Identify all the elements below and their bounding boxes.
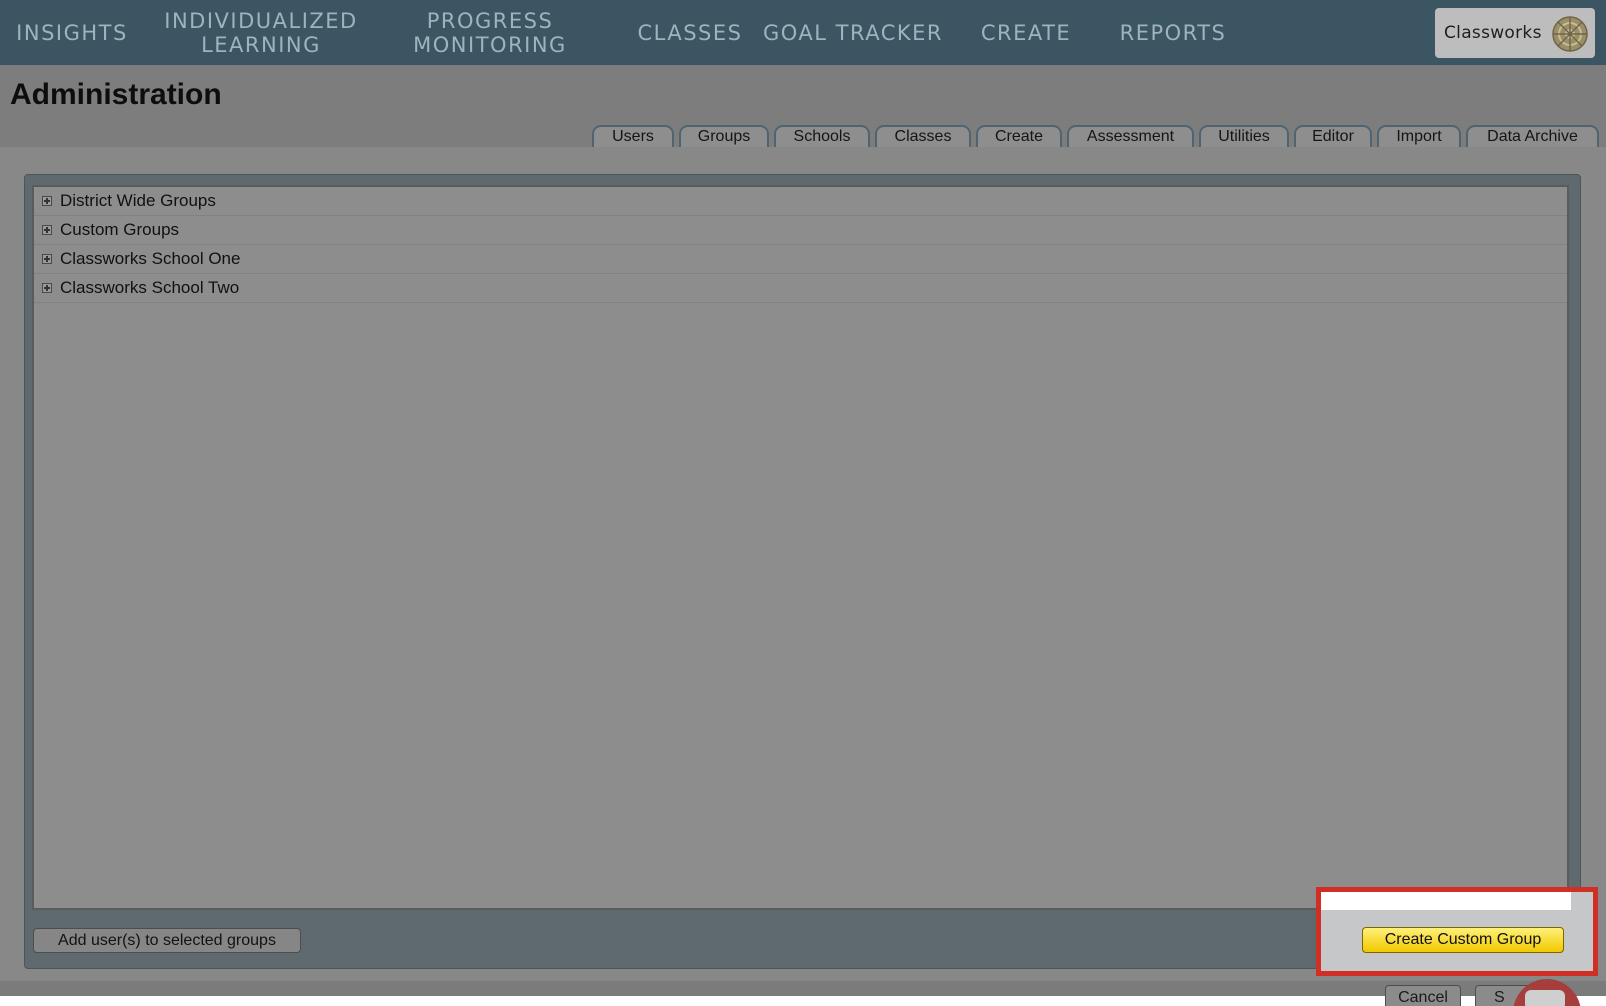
top-navigation: INSIGHTS INDIVIDUALIZED LEARNING PROGRES… — [0, 0, 1606, 65]
tree-item-label: Classworks School One — [60, 249, 241, 268]
expand-plus-icon[interactable] — [42, 196, 52, 206]
nav-insights[interactable]: INSIGHTS — [16, 0, 126, 65]
nav-reports[interactable]: REPORTS — [1118, 0, 1228, 65]
nav-classes[interactable]: CLASSES — [625, 0, 755, 65]
nav-individualized-learning[interactable]: INDIVIDUALIZED LEARNING — [164, 0, 357, 65]
classworks-logo-icon — [1552, 16, 1588, 52]
tab-groups[interactable]: Groups — [679, 125, 769, 147]
account-menu[interactable]: Classworks — [1435, 8, 1595, 58]
app-window: INSIGHTS INDIVIDUALIZED LEARNING PROGRES… — [0, 0, 1606, 1006]
groups-tree[interactable]: District Wide Groups Custom Groups Class… — [32, 185, 1569, 910]
highlight-inner-area — [1321, 892, 1571, 910]
expand-plus-icon[interactable] — [42, 225, 52, 235]
footer-bar — [0, 981, 1606, 996]
tree-item-district-wide-groups[interactable]: District Wide Groups — [34, 187, 1567, 216]
expand-plus-icon[interactable] — [42, 283, 52, 293]
expand-plus-icon[interactable] — [42, 254, 52, 264]
tree-item-custom-groups[interactable]: Custom Groups — [34, 216, 1567, 245]
tab-import[interactable]: Import — [1377, 125, 1461, 147]
tab-data-archive[interactable]: Data Archive — [1466, 125, 1599, 147]
tree-item-label: Custom Groups — [60, 220, 180, 239]
cancel-button[interactable]: Cancel — [1385, 985, 1461, 1006]
tree-item-classworks-school-two[interactable]: Classworks School Two — [34, 274, 1567, 303]
create-custom-group-button[interactable]: Create Custom Group — [1362, 927, 1564, 953]
add-users-to-groups-button[interactable]: Add user(s) to selected groups — [33, 928, 301, 953]
nav-goal-tracker[interactable]: GOAL TRACKER — [763, 0, 942, 65]
tab-create[interactable]: Create — [976, 125, 1062, 147]
nav-progress-monitoring[interactable]: PROGRESS MONITORING — [405, 0, 575, 65]
tab-editor[interactable]: Editor — [1294, 125, 1372, 147]
nav-create[interactable]: CREATE — [975, 0, 1077, 65]
tree-item-classworks-school-one[interactable]: Classworks School One — [34, 245, 1567, 274]
chat-bubble-inner — [1525, 990, 1565, 1006]
tab-classes[interactable]: Classes — [875, 125, 971, 147]
tab-schools[interactable]: Schools — [774, 125, 870, 147]
tree-item-label: Classworks School Two — [60, 278, 240, 297]
tree-item-label: District Wide Groups — [60, 191, 216, 210]
tab-users[interactable]: Users — [592, 125, 674, 147]
tab-assessment[interactable]: Assessment — [1067, 125, 1194, 147]
brand-name: Classworks — [1444, 23, 1542, 43]
tab-utilities[interactable]: Utilities — [1199, 125, 1289, 147]
page-title: Administration — [10, 78, 222, 111]
